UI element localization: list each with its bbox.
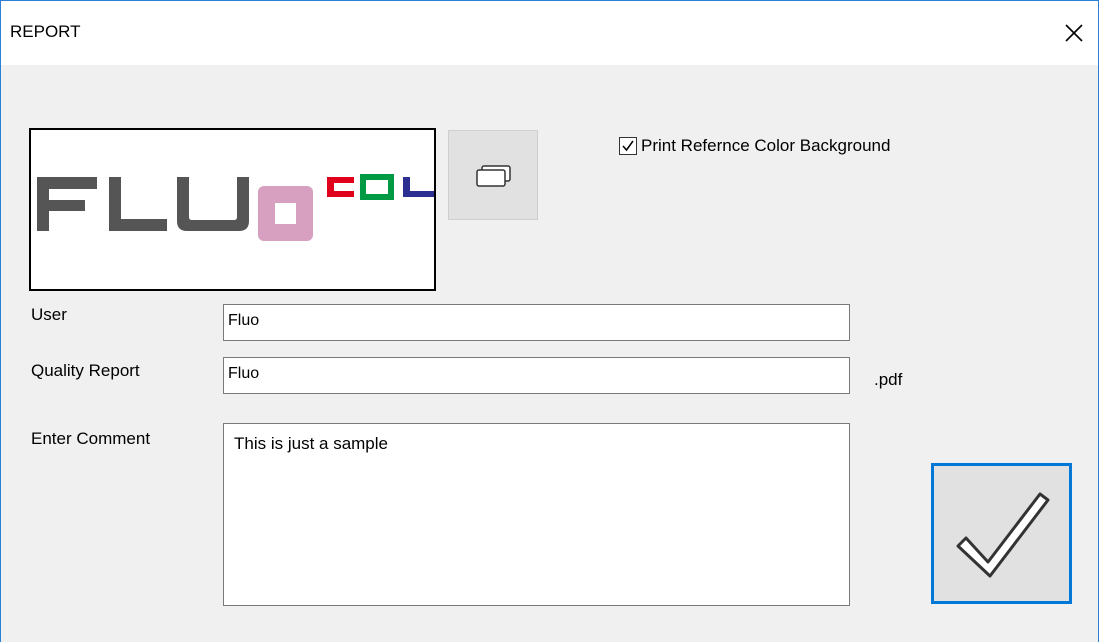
print-reference-color-option[interactable]: Print Refernce Color Background — [619, 136, 890, 156]
close-button[interactable] — [1052, 1, 1098, 65]
checkmark-icon — [956, 492, 1050, 578]
window-title: REPORT — [10, 22, 81, 41]
fluocol-logo — [37, 174, 434, 241]
print-reference-color-checkbox[interactable] — [619, 137, 637, 155]
user-label: User — [31, 305, 67, 324]
logo-preview — [29, 128, 436, 291]
comment-textarea[interactable]: This is just a sample — [223, 423, 850, 606]
quality-report-input[interactable]: Fluo — [223, 357, 850, 394]
browse-logo-button[interactable] — [448, 130, 538, 220]
browse-icon — [476, 165, 511, 187]
file-extension-label: .pdf — [874, 370, 903, 389]
print-reference-color-label: Print Refernce Color Background — [641, 136, 891, 155]
close-icon — [1065, 24, 1083, 42]
title-bar: REPORT — [1, 1, 1098, 65]
checkmark-small-icon — [622, 140, 634, 152]
confirm-button[interactable] — [931, 463, 1072, 604]
report-dialog: REPORT Print Refernce Color Background U… — [0, 0, 1099, 642]
comment-label: Enter Comment — [31, 429, 151, 448]
quality-report-label: Quality Report — [31, 361, 140, 380]
user-input[interactable]: Fluo — [223, 304, 850, 341]
